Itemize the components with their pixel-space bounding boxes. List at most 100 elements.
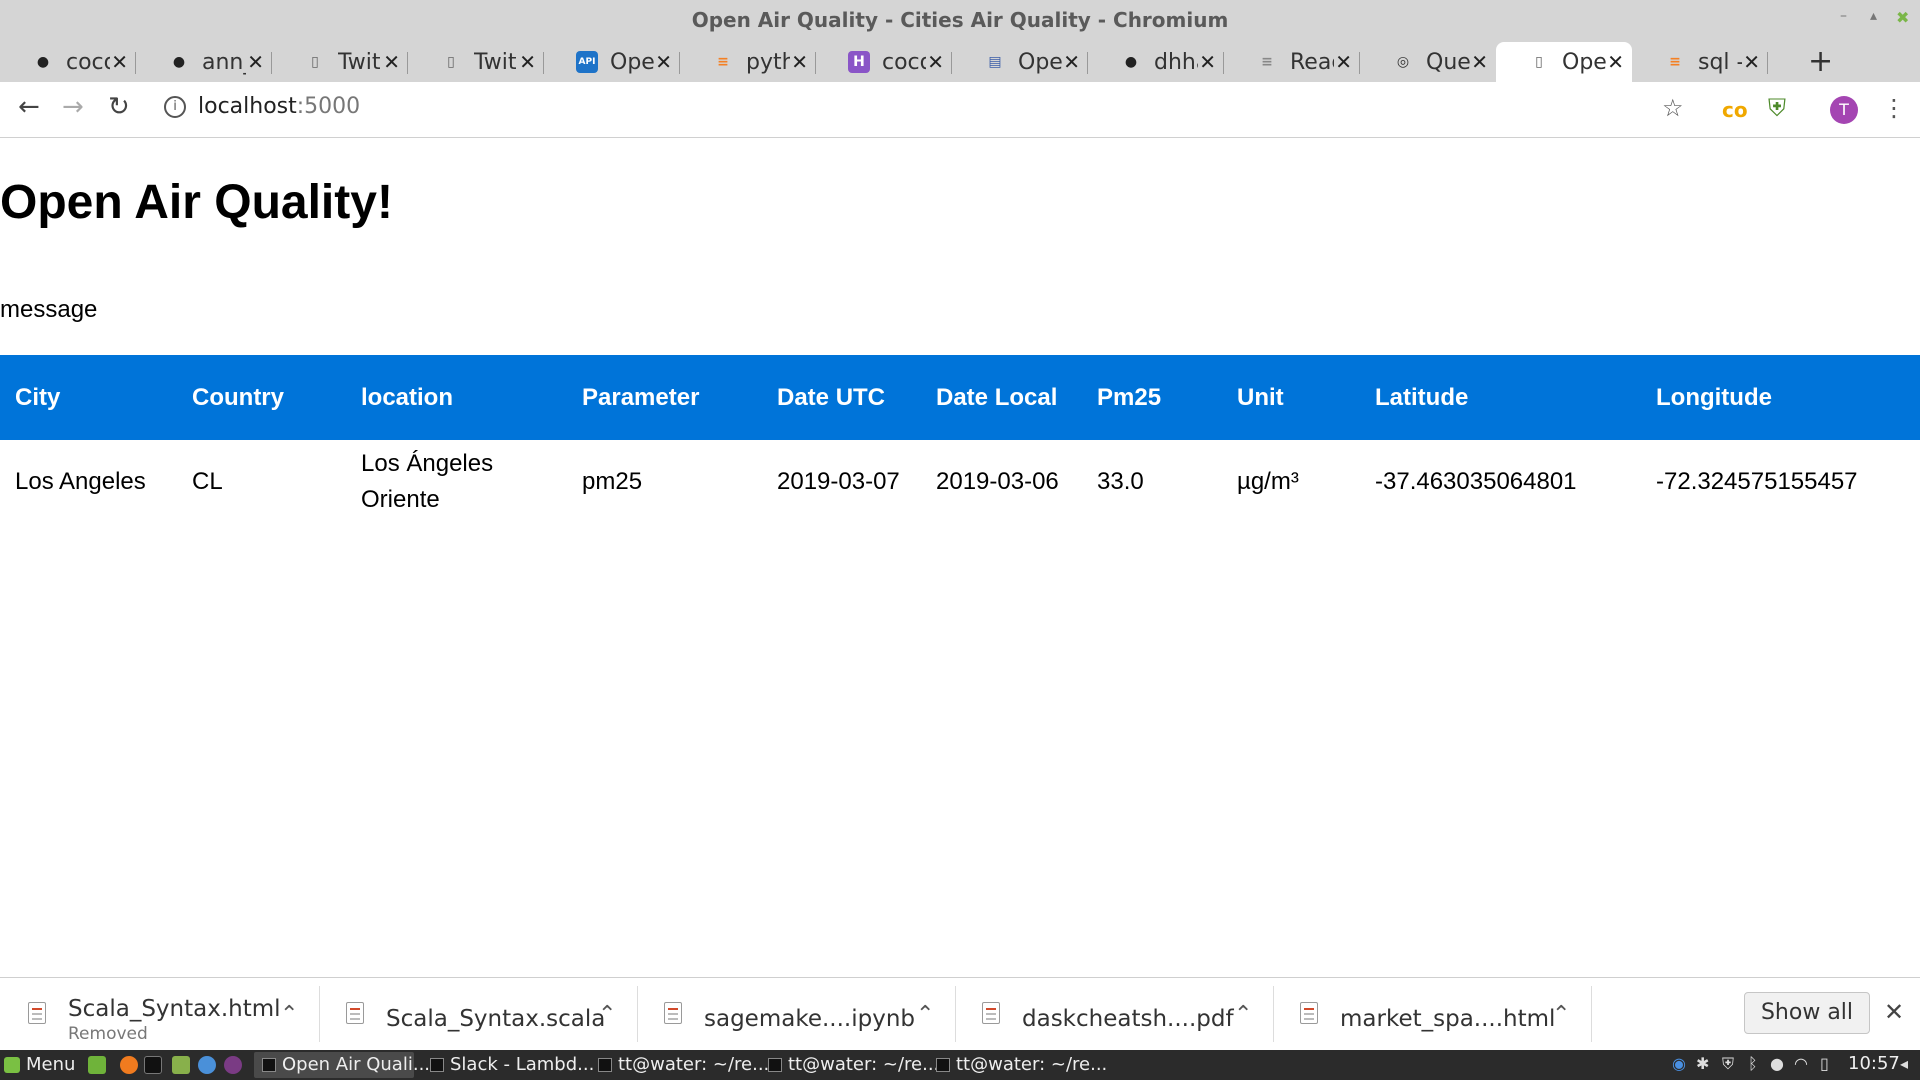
taskbar-task[interactable]: tt@water: ~/re... [590,1052,769,1078]
h-icon: H [848,51,870,73]
close-shelf-icon[interactable]: ✕ [1884,998,1904,1026]
tray-shield-icon[interactable]: ⛨ [1722,1054,1734,1074]
tray-slack-icon[interactable]: ✱ [1696,1054,1709,1073]
window-title: Open Air Quality - Cities Air Quality - … [691,8,1229,32]
taskbar-task-label: tt@water: ~/re... [788,1054,940,1075]
maximize-icon[interactable]: ▴ [1870,8,1877,24]
back-arrow-icon[interactable]: ← [18,92,40,122]
user-icon[interactable]: ● [1770,1054,1784,1073]
chevron-up-icon[interactable]: ⌃ [598,1002,616,1027]
extension-shield-icon[interactable]: ⛨ [1768,94,1786,122]
browser-tab[interactable]: ● ann_✕ [136,42,272,82]
url-port: :5000 [296,94,361,119]
browser-tab[interactable]: ● coco✕ [0,42,136,82]
extension-co-icon[interactable]: co [1722,98,1748,122]
table-header-row: City Country location Parameter Date UTC Date… [0,355,1920,440]
close-tab-icon[interactable]: ✕ [791,50,808,74]
site-info-icon[interactable]: i [164,96,186,118]
window-icon [768,1058,782,1072]
close-tab-icon[interactable]: ✕ [1743,50,1760,74]
browser-tab[interactable]: ▯ Twit ✕ [408,42,544,82]
show-desktop-icon[interactable] [88,1056,106,1074]
file-icon [1300,1002,1318,1024]
taskbar-task-label: Open Air Quali... [282,1054,431,1075]
download-item[interactable]: Scala_Syntax.html Removed ⌃ [0,978,320,1051]
files-launcher-icon[interactable] [172,1056,190,1074]
download-status: Removed [68,1024,148,1044]
taskbar-task-label: tt@water: ~/re... [618,1054,770,1075]
close-tab-icon[interactable]: ✕ [247,50,264,74]
browser-tab[interactable]: API Oper✕ [544,42,680,82]
profile-avatar[interactable]: T [1830,96,1858,124]
download-item[interactable]: daskcheatsh....pdf ⌃ [954,978,1274,1051]
forward-arrow-icon[interactable]: → [62,92,84,122]
bookmark-star-icon[interactable]: ☆ [1662,94,1684,122]
download-item[interactable]: market_spa....html ⌃ [1272,978,1592,1051]
table-row: Los Angeles CL Los Ángeles Oriente pm25 2019… [0,440,1920,524]
taskbar-task[interactable]: Open Air Quali... [254,1052,430,1078]
browser-tab[interactable]: Hcoco✕ [816,42,952,82]
chevron-up-icon[interactable]: ⌃ [1234,1002,1252,1027]
minimize-icon[interactable]: – [1840,8,1847,24]
close-tab-icon[interactable]: ✕ [111,50,128,74]
close-tab-icon[interactable]: ✕ [1335,50,1352,74]
taskbar-task[interactable]: tt@water: ~/re... [928,1052,1107,1078]
close-tab-icon[interactable]: ✕ [1063,50,1080,74]
stackoverflow-icon: ≡ [1669,54,1681,70]
terminal-launcher-icon[interactable] [144,1056,162,1074]
chromium-launcher-icon[interactable] [198,1056,216,1074]
column-header: City [15,383,61,411]
browser-tab[interactable]: ≡ sql - ✕ [1632,42,1768,82]
chevron-up-icon[interactable]: ⌃ [1552,1002,1570,1027]
column-header: Date Local [936,383,1058,411]
table-cell: CL [192,468,223,495]
openaq-icon: ▤ [988,54,1002,70]
close-window-icon[interactable]: ✖ [1896,8,1909,27]
start-menu-label: Menu [26,1054,76,1075]
browser-tab[interactable]: ● dhha✕ [1088,42,1224,82]
column-header: location [361,383,454,411]
column-header: Country [192,383,284,411]
tray-app-icon[interactable]: ◉ [1672,1054,1686,1073]
tab-label: Quer [1426,49,1470,75]
close-tab-icon[interactable]: ✕ [1471,50,1488,74]
window-titlebar: Open Air Quality - Cities Air Quality - … [0,0,1920,40]
wifi-icon[interactable]: ◠ [1794,1054,1808,1073]
browser-tab[interactable]: ▤ Oper✕ [952,42,1088,82]
chevron-up-icon[interactable]: ⌃ [280,1002,298,1027]
bluetooth-icon[interactable]: ᛒ [1748,1054,1758,1073]
reload-icon[interactable]: ↻ [108,92,130,122]
close-tab-icon[interactable]: ✕ [383,50,400,74]
download-item[interactable]: Scala_Syntax.scala ⌃ [318,978,638,1051]
close-tab-icon[interactable]: ✕ [927,50,944,74]
browser-tab[interactable]: ▯ Oper✕ [1496,42,1632,82]
browser-tab[interactable]: ≡ Reac✕ [1224,42,1360,82]
taskbar-task[interactable]: tt@water: ~/re... [760,1052,939,1078]
battery-icon[interactable]: ▯ [1820,1054,1829,1073]
tab-label: dhha [1154,49,1198,75]
menu-kebab-icon[interactable]: ⋮ [1882,94,1906,122]
api-icon: API [576,51,598,73]
start-menu-button[interactable]: Menu [4,1054,75,1075]
new-tab-button[interactable]: + [1808,44,1833,79]
slack-launcher-icon[interactable] [224,1056,242,1074]
browser-tab[interactable]: ▯ Twit ✕ [272,42,408,82]
menu-logo-icon [4,1057,20,1073]
taskbar-task[interactable]: Slack - Lambd... [422,1052,594,1078]
browser-tab[interactable]: ◎ Quer✕ [1360,42,1496,82]
firefox-launcher-icon[interactable] [120,1056,138,1074]
address-bar[interactable]: localhost:5000 [198,94,360,119]
close-tab-icon[interactable]: ✕ [1607,50,1624,74]
volume-icon[interactable]: ◂ [1900,1054,1908,1073]
tab-label: Twit [338,49,381,75]
close-tab-icon[interactable]: ✕ [655,50,672,74]
download-item[interactable]: sagemake....ipynb ⌃ [636,978,956,1051]
chevron-up-icon[interactable]: ⌃ [916,1002,934,1027]
table-cell: pm25 [582,468,643,495]
table-cell: -72.324575155457 [1656,468,1858,495]
show-all-button[interactable]: Show all [1744,992,1870,1034]
tab-label: ann_ [202,49,246,75]
close-tab-icon[interactable]: ✕ [1199,50,1216,74]
close-tab-icon[interactable]: ✕ [519,50,536,74]
browser-tab[interactable]: ≡ pyth ✕ [680,42,816,82]
